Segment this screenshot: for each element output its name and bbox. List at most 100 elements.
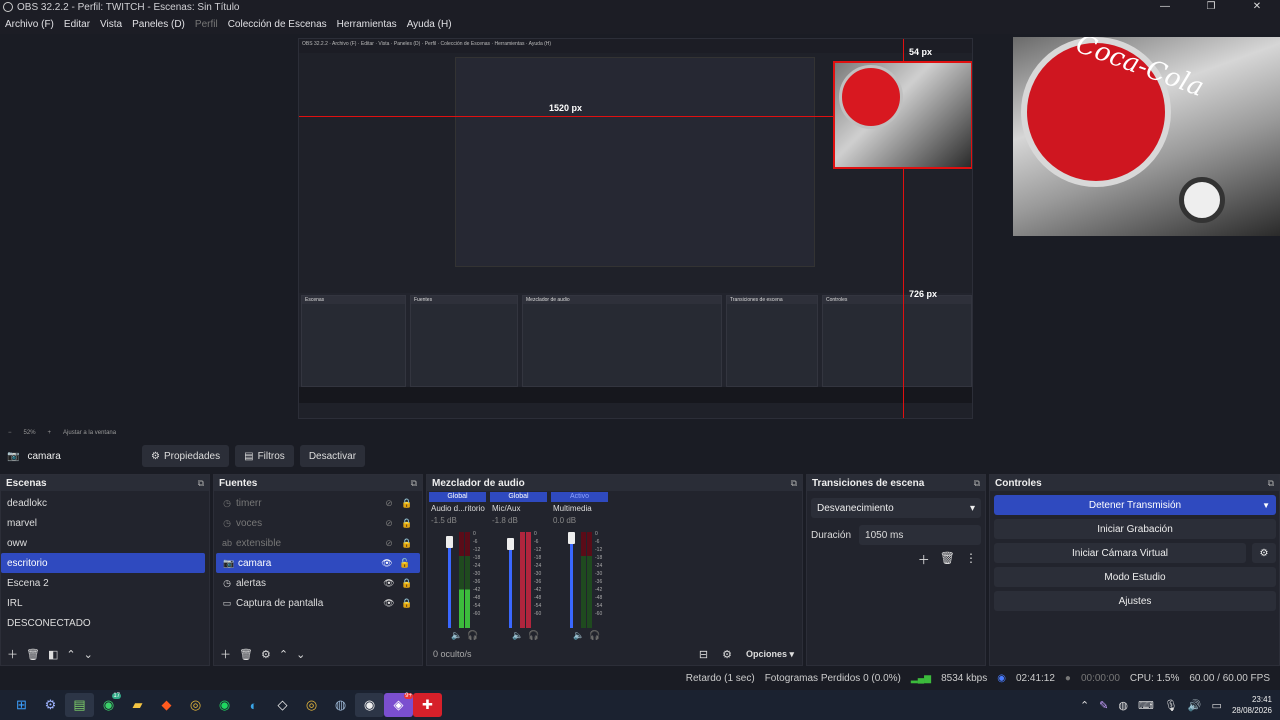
volume-slider[interactable] — [448, 540, 451, 628]
channel-name[interactable]: Multimedia — [551, 502, 608, 516]
filters-button[interactable]: ▤ Filtros — [235, 445, 294, 467]
properties-button[interactable]: ⚙ Propiedades — [142, 445, 230, 467]
steam-tray-icon[interactable]: ◍ — [1118, 699, 1128, 712]
menu-ayuda[interactable]: Ayuda (H) — [402, 19, 457, 30]
source-item[interactable]: ◷ timerr ⊘ 🔒 — [214, 493, 422, 513]
transition-menu-button[interactable]: ⋮ — [965, 551, 977, 568]
move-down-button[interactable]: ⌄ — [84, 648, 93, 661]
speaker-icon[interactable]: 🔈 — [512, 630, 523, 641]
app-icon[interactable]: ◇ — [268, 693, 297, 717]
eye-hidden-icon[interactable]: ⊘ — [380, 498, 398, 509]
start-recording-button[interactable]: Iniciar Grabación — [994, 519, 1276, 539]
volume-slider-handle[interactable] — [446, 536, 453, 548]
brave-icon[interactable]: ◆ — [152, 693, 181, 717]
lock-icon[interactable]: 🔒 — [398, 578, 416, 589]
settings-app-icon[interactable]: ⚙ — [36, 693, 65, 717]
steam-icon[interactable]: ◍ — [326, 693, 355, 717]
eye-icon[interactable]: 👁 — [380, 578, 398, 589]
file-explorer-icon[interactable]: ▰ — [123, 693, 152, 717]
popout-icon[interactable]: ⧉ — [974, 478, 980, 489]
transition-select[interactable]: Desvanecimiento ▾ — [811, 498, 981, 518]
clock[interactable]: 23:41 28/08/2026 — [1232, 694, 1272, 716]
move-down-button[interactable]: ⌄ — [296, 648, 305, 661]
headphones-icon[interactable]: 🎧 — [528, 630, 539, 641]
speaker-icon[interactable]: 🔈 — [451, 630, 462, 641]
volume-slider-handle[interactable] — [507, 538, 514, 550]
channel-name[interactable]: Audio d...ritorio — [429, 502, 486, 516]
zoom-in-button[interactable]: + — [48, 430, 52, 436]
remove-transition-button[interactable]: 🗑 — [940, 551, 955, 568]
studio-mode-button[interactable]: Modo Estudio — [994, 567, 1276, 587]
lock-icon[interactable]: 🔒 — [398, 598, 416, 609]
add-transition-button[interactable]: ＋ — [918, 551, 930, 568]
eye-hidden-icon[interactable]: ⊘ — [380, 538, 398, 549]
source-item[interactable]: ab extensible ⊘ 🔒 — [214, 533, 422, 553]
duration-input[interactable]: 1050 ms — [859, 525, 981, 545]
network-icon[interactable]: ⌨ — [1138, 699, 1154, 712]
volume-slider[interactable] — [509, 540, 512, 628]
chrome-icon[interactable]: ◎ — [297, 693, 326, 717]
stop-stream-button[interactable]: Detener Transmisión ▼ — [994, 495, 1276, 515]
volume-icon[interactable]: 🔊 — [1188, 699, 1202, 712]
nested-camera-source[interactable] — [833, 61, 972, 169]
menu-paneles[interactable]: Paneles (D) — [127, 19, 190, 30]
zoom-out-button[interactable]: − — [8, 430, 12, 436]
add-scene-button[interactable]: ＋ — [7, 646, 18, 662]
menu-herramientas[interactable]: Herramientas — [332, 19, 402, 30]
lock-icon[interactable]: 🔒 — [398, 538, 416, 549]
obs-icon[interactable]: ◉ — [355, 693, 384, 717]
scene-item-selected[interactable]: escritorio — [1, 553, 205, 573]
menu-coleccion-escenas[interactable]: Colección de Escenas — [223, 19, 332, 30]
scene-item[interactable]: marvel — [1, 513, 209, 533]
edge-icon[interactable]: ◐ — [239, 693, 268, 717]
notepad-icon[interactable]: ▤ — [65, 693, 94, 717]
scene-item[interactable]: Escena 2 — [1, 573, 209, 593]
settings-button[interactable]: Ajustes — [994, 591, 1276, 611]
options-button[interactable]: Opciones ▾ — [746, 649, 794, 660]
scene-item[interactable]: IRL — [1, 593, 209, 613]
source-item-selected[interactable]: 📷 camara 👁 🔓 — [216, 553, 420, 573]
popout-icon[interactable]: ⧉ — [1268, 478, 1274, 489]
virtual-cam-settings-icon[interactable]: ⚙ — [1252, 543, 1276, 563]
spotify-icon[interactable]: ◉ — [210, 693, 239, 717]
scene-item[interactable]: deadlokc — [1, 493, 209, 513]
menu-archivo[interactable]: Archivo (F) — [0, 19, 59, 30]
close-button[interactable]: ✕ — [1234, 0, 1280, 14]
lock-icon[interactable]: 🔒 — [398, 498, 416, 509]
volume-slider-handle[interactable] — [568, 532, 575, 544]
mixer-settings-icon[interactable]: ⚙ — [722, 648, 732, 661]
camera-source-preview[interactable]: Coca-Cola — [1013, 37, 1280, 236]
microphone-icon[interactable]: 🎙 — [1164, 699, 1178, 712]
chevron-up-icon[interactable]: ⌃ — [1080, 699, 1089, 712]
battery-icon[interactable]: ▭ — [1212, 699, 1222, 712]
headphones-icon[interactable]: 🎧 — [467, 630, 478, 641]
eye-icon[interactable]: 👁 — [378, 558, 396, 569]
remove-scene-button[interactable]: 🗑 — [26, 648, 40, 661]
eye-hidden-icon[interactable]: ⊘ — [380, 518, 398, 529]
lock-icon[interactable]: 🔒 — [398, 518, 416, 529]
pen-icon[interactable]: ✎ — [1099, 699, 1108, 712]
maximize-button[interactable]: ❐ — [1188, 0, 1234, 14]
menu-editar[interactable]: Editar — [59, 19, 95, 30]
volume-slider[interactable] — [570, 540, 573, 628]
source-item[interactable]: ◷ alertas 👁 🔒 — [214, 573, 422, 593]
source-properties-button[interactable]: ⚙ — [261, 648, 271, 661]
scene-item[interactable]: oww — [1, 533, 209, 553]
move-up-button[interactable]: ⌃ — [279, 648, 288, 661]
popout-icon[interactable]: ⧉ — [198, 478, 204, 489]
chevron-down-icon[interactable]: ▼ — [1262, 501, 1270, 510]
preview-canvas[interactable]: OBS 32.2.2 · Archivo (F) · Editar · Vist… — [298, 38, 973, 419]
layout-toggle-icon[interactable]: ⊟ — [699, 648, 708, 661]
preview-area[interactable]: OBS 32.2.2 · Archivo (F) · Editar · Vist… — [0, 34, 1280, 424]
popout-icon[interactable]: ⧉ — [411, 478, 417, 489]
remove-source-button[interactable]: 🗑 — [239, 648, 253, 661]
eye-icon[interactable]: 👁 — [380, 598, 398, 609]
whatsapp-icon[interactable]: ◉ 17 — [94, 693, 123, 717]
popout-icon[interactable]: ⧉ — [791, 478, 797, 489]
source-item[interactable]: ▭ Captura de pantalla 👁 🔒 — [214, 593, 422, 613]
scene-item[interactable]: DESCONECTADO — [1, 613, 209, 633]
channel-name[interactable]: Mic/Aux — [490, 502, 547, 516]
headphones-icon[interactable]: 🎧 — [589, 630, 600, 641]
unlock-icon[interactable]: 🔓 — [396, 558, 414, 569]
discord-icon[interactable]: ◈ 9+ — [384, 693, 413, 717]
